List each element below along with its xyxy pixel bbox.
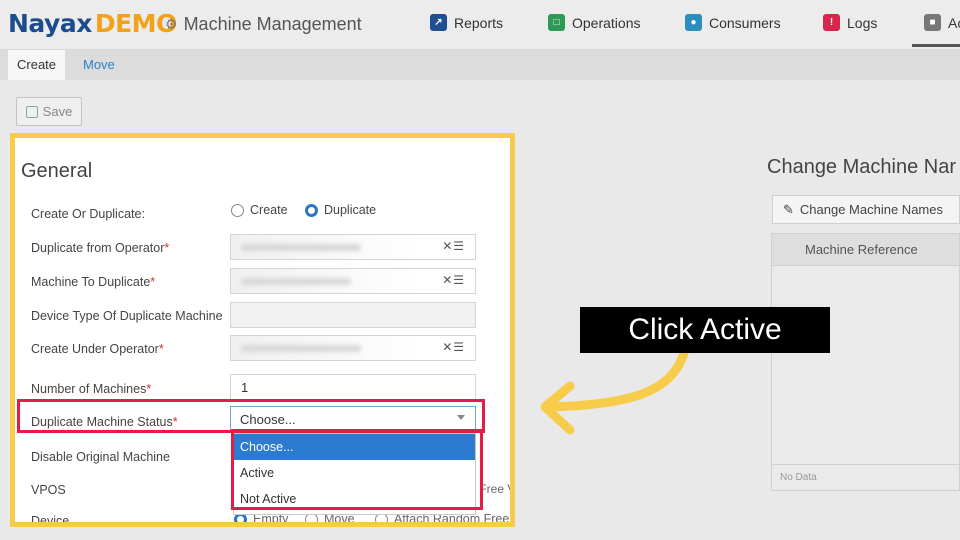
change-names-label: Change Machine Names (799, 202, 943, 217)
radio-duplicate-label: Duplicate (324, 203, 377, 217)
vpos-label: VPOS (31, 483, 66, 497)
app-title-text: Machine Management (183, 14, 362, 34)
highlight-status-field (17, 399, 485, 433)
chart-icon: ↗ (430, 14, 447, 31)
clear-list-icon[interactable]: ✕☰ (442, 273, 465, 287)
tab-create[interactable]: Create (8, 50, 66, 80)
device-type-field (230, 302, 476, 328)
device-type-label: Device Type Of Duplicate Machine (31, 309, 223, 323)
blurred-operator-value (241, 244, 361, 251)
consumers-icon: ● (685, 14, 702, 31)
nav-operations[interactable]: □ Operations (548, 14, 640, 31)
logo-brand: Nayax (8, 9, 92, 38)
nav-consumers[interactable]: ● Consumers (685, 14, 781, 31)
change-names-title: Change Machine Nar (767, 156, 956, 178)
grid-empty-text: No Data (772, 464, 959, 490)
nav-logs-label: Logs (847, 14, 878, 31)
machine-to-duplicate-text: Machine To Duplicate (31, 275, 151, 289)
callout-click-active: Click Active (580, 307, 830, 353)
create-under-operator-text: Create Under Operator (31, 342, 159, 356)
number-of-machines-label: Number of Machines* (31, 382, 152, 396)
nav-consumers-label: Consumers (709, 14, 781, 31)
column-header-machine-reference[interactable]: Machine Reference (772, 234, 959, 266)
duplicate-from-operator-text: Duplicate from Operator (31, 241, 165, 255)
create-under-operator-picker[interactable]: ✕☰ (230, 335, 476, 361)
admin-icon: ■ (924, 14, 941, 31)
nav-reports-label: Reports (454, 14, 504, 31)
clear-list-icon[interactable]: ✕☰ (442, 239, 465, 253)
create-or-duplicate-label: Create Or Duplicate: (31, 207, 145, 221)
nav-admin[interactable]: ■ Ac (924, 14, 960, 31)
device-label: Device (31, 514, 70, 527)
app-title: ⚙ Machine Management (165, 14, 362, 35)
machine-icon: ⚙ (165, 16, 178, 32)
radio-create-circle[interactable] (231, 203, 244, 217)
blurred-machine-value (241, 278, 351, 285)
machine-to-duplicate-label: Machine To Duplicate* (31, 275, 156, 289)
operations-icon: □ (548, 14, 565, 31)
blurred-operator-value (241, 345, 361, 352)
top-header: Nayax DEMO ⚙ Machine Management ↗ Reports… (0, 0, 960, 50)
duplicate-from-operator-label: Duplicate from Operator* (31, 241, 170, 255)
save-icon (25, 105, 38, 118)
radio-create-label: Create (250, 203, 288, 217)
highlight-status-options (231, 429, 483, 510)
nav-logs[interactable]: ! Logs (823, 14, 877, 31)
number-of-machines-value: 1 (241, 380, 249, 395)
radio-create[interactable]: Create (231, 203, 288, 217)
machine-reference-grid: Machine Reference No Data (771, 233, 960, 491)
logs-icon: ! (823, 14, 840, 31)
disable-original-label: Disable Original Machine (31, 450, 170, 464)
active-nav-underline (912, 44, 960, 47)
pencil-icon: ✎ (783, 201, 794, 217)
tabs-bar: Create Move (0, 50, 960, 80)
nav-reports[interactable]: ↗ Reports (430, 14, 503, 31)
clear-list-icon[interactable]: ✕☰ (442, 340, 465, 354)
tab-move[interactable]: Move (74, 50, 124, 80)
duplicate-from-operator-picker[interactable]: ✕☰ (230, 234, 476, 260)
number-of-machines-input[interactable]: 1 (230, 374, 476, 400)
nav-admin-label: Ac (948, 14, 960, 31)
number-of-machines-text: Number of Machines (31, 382, 147, 396)
change-machine-names-button[interactable]: ✎ Change Machine Names (772, 195, 960, 224)
radio-duplicate[interactable]: Duplicate (305, 203, 376, 217)
nav-operations-label: Operations (572, 14, 641, 31)
create-under-operator-label: Create Under Operator* (31, 342, 164, 356)
radio-duplicate-circle[interactable] (305, 203, 318, 217)
save-label: Save (42, 104, 73, 119)
nayax-logo[interactable]: Nayax DEMO (8, 9, 177, 38)
form-title: General (21, 160, 93, 182)
machine-to-duplicate-picker[interactable]: ✕☰ (230, 268, 476, 294)
save-button[interactable]: Save (16, 97, 82, 126)
